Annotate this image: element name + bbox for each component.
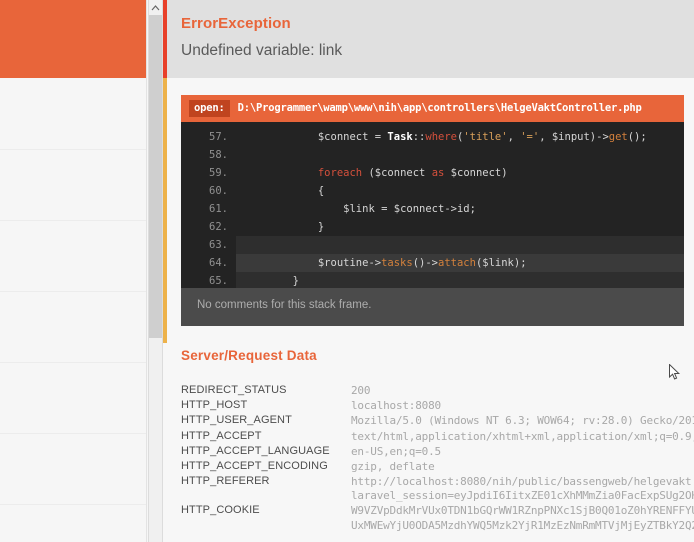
table-row: REDIRECT_STATUS 200 bbox=[181, 383, 694, 398]
frame-file-path: D:\Programmer\wamp\www\nih\app\controlle… bbox=[237, 102, 642, 114]
row-value: laravel_session=eyJpdiI6IitxZE01cXhMMmZi… bbox=[351, 489, 694, 533]
server-request-table: REDIRECT_STATUS 200 HTTP_HOST localhost:… bbox=[181, 383, 694, 533]
row-key: HTTP_HOST bbox=[181, 399, 248, 412]
open-file-button[interactable]: open: bbox=[189, 100, 230, 117]
stack-frame-item[interactable]: ce\Routing bbox=[0, 150, 146, 221]
exception-header: ErrorException Undefined variable: link bbox=[163, 0, 694, 78]
whoops-error-page: hp:64 rror hp:64 ce\Routing on ce\Routin… bbox=[0, 0, 694, 542]
cookie-line: W9VZVpDdkMrVUx0TDN1bGQrWW1RZnpPNXc1SjB0Q… bbox=[351, 504, 694, 518]
code-line: 59. foreach ($connect as $connect) bbox=[181, 164, 684, 182]
stack-frame-item[interactable]: ner dispatch ce\Routing\Router.php:934 bbox=[0, 363, 146, 434]
table-row: HTTP_ACCEPT text/html,application/xhtml+… bbox=[181, 429, 694, 444]
stack-frame-item[interactable]: Routing\{closure} bbox=[0, 434, 146, 505]
code-line-highlighted: 64. $routine->tasks()->attach($link); bbox=[181, 254, 684, 272]
stack-frames-list: hp:64 rror hp:64 ce\Routing on ce\Routin… bbox=[0, 0, 146, 542]
exception-message: Undefined variable: link bbox=[181, 42, 343, 59]
code-line: 62. } bbox=[181, 218, 684, 236]
row-key: HTTP_ACCEPT_ENCODING bbox=[181, 460, 328, 473]
accent-border-red bbox=[163, 0, 167, 78]
code-line: 63. bbox=[181, 236, 684, 254]
code-line: 58. bbox=[181, 146, 684, 164]
stack-frame-item[interactable]: rror hp:64 bbox=[0, 78, 146, 150]
row-value: en-US,en;q=0.5 bbox=[351, 444, 441, 458]
row-value: text/html,application/xhtml+xml,applicat… bbox=[351, 429, 694, 443]
exception-details-panel: ErrorException Undefined variable: link … bbox=[163, 0, 694, 542]
cookie-line: UxMWEwYjU0ODA5MzdhYWQ5Mzk2YjR1MzEzNmRmMT… bbox=[351, 518, 694, 532]
exception-type: ErrorException bbox=[181, 15, 291, 32]
frame-comments: No comments for this stack frame. bbox=[181, 288, 684, 326]
row-key: HTTP_COOKIE bbox=[181, 504, 260, 517]
row-key: HTTP_ACCEPT_LANGUAGE bbox=[181, 444, 330, 457]
row-key: REDIRECT_STATUS bbox=[181, 384, 287, 396]
code-viewer: 57. $connect = Task::where('title', '=',… bbox=[181, 122, 684, 288]
stack-frame-item[interactable]: on ce\Routing bbox=[0, 221, 146, 292]
code-line: 57. $connect = Task::where('title', '=',… bbox=[181, 128, 684, 146]
row-value: localhost:8080 bbox=[351, 399, 441, 413]
row-value: gzip, deflate bbox=[351, 460, 435, 474]
cookie-line: laravel_session=eyJpdiI6IitxZE01cXhMMmZi… bbox=[351, 489, 694, 503]
table-row: HTTP_HOST localhost:8080 bbox=[181, 398, 694, 413]
stack-frame-item[interactable]: ner call ce\Routing bbox=[0, 292, 146, 363]
server-request-data-section: Server/Request Data REDIRECT_STATUS 200 … bbox=[163, 326, 694, 534]
frame-file-bar[interactable]: open: D:\Programmer\wamp\www\nih\app\cont… bbox=[181, 95, 684, 122]
row-key: HTTP_ACCEPT bbox=[181, 429, 262, 442]
stack-frame-item[interactable]: hp:64 bbox=[0, 0, 146, 78]
scroll-up-button[interactable] bbox=[149, 0, 162, 15]
code-line: 61. $link = $connect->id; bbox=[181, 200, 684, 218]
row-value: Mozilla/5.0 (Windows NT 6.3; WOW64; rv:2… bbox=[351, 414, 694, 428]
table-row: HTTP_ACCEPT_LANGUAGE en-US,en;q=0.5 bbox=[181, 444, 694, 459]
frame-code-section: open: D:\Programmer\wamp\www\nih\app\cont… bbox=[163, 78, 694, 326]
table-row: HTTP_ACCEPT_ENCODING gzip, deflate bbox=[181, 459, 694, 474]
stack-frame-function bbox=[0, 10, 133, 25]
code-line: 65. } bbox=[181, 272, 684, 288]
code-line: 60. { bbox=[181, 182, 684, 200]
row-key: HTTP_USER_AGENT bbox=[181, 414, 292, 427]
row-value: http://localhost:8080/nih/public/basseng… bbox=[351, 475, 692, 489]
table-row: HTTP_USER_AGENT Mozilla/5.0 (Windows NT … bbox=[181, 413, 694, 428]
row-key: HTTP_REFERER bbox=[181, 475, 270, 488]
row-value: 200 bbox=[351, 384, 371, 397]
table-row: HTTP_COOKIE laravel_session=eyJpdiI6Iitx… bbox=[181, 489, 694, 533]
vertical-scrollbar[interactable] bbox=[148, 0, 163, 542]
stack-frame-item[interactable]: ce\Routing\Route.php:105 bbox=[0, 505, 146, 542]
chevron-up-icon bbox=[151, 4, 160, 10]
table-row: HTTP_REFERER http://localhost:8080/nih/p… bbox=[181, 474, 694, 489]
scrollbar-thumb[interactable] bbox=[149, 15, 162, 338]
accent-border-yellow bbox=[163, 78, 167, 343]
stack-frames-panel[interactable]: hp:64 rror hp:64 ce\Routing on ce\Routin… bbox=[0, 0, 147, 542]
server-request-data-title: Server/Request Data bbox=[181, 348, 317, 363]
